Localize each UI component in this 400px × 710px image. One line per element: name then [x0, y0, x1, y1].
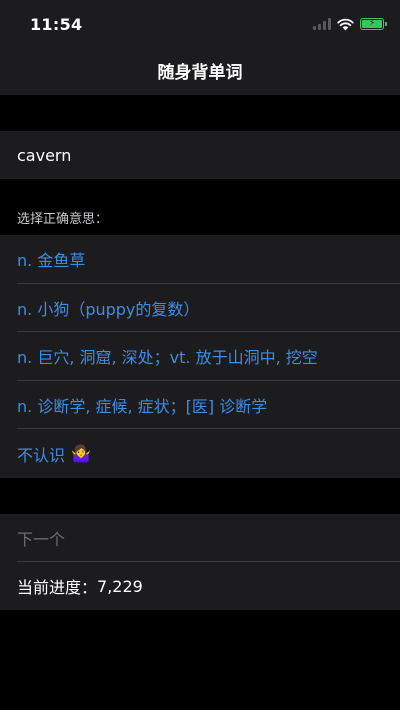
option-3[interactable]: n. 巨穴, 洞窟, 深处；vt. 放于山洞中, 挖空	[0, 332, 400, 381]
battery-charging-icon: ⚡	[360, 18, 387, 30]
status-time: 11:54	[30, 15, 83, 34]
option-2[interactable]: n. 小狗（puppy的复数）	[0, 283, 400, 333]
progress-row: 当前进度： 7,229	[0, 562, 400, 610]
progress-value: 7,229	[97, 576, 143, 596]
unknown-option[interactable]: 不认识 🤷‍♀️	[0, 429, 400, 478]
next-button[interactable]: 下一个	[0, 514, 400, 562]
option-4[interactable]: n. 诊断学, 症候, 症状；[医] 诊断学	[0, 380, 400, 430]
unknown-label: 不认识	[17, 445, 66, 465]
progress-label: 当前进度：	[17, 578, 98, 597]
shrug-emoji-icon: 🤷‍♀️	[71, 444, 91, 464]
nav-title: 随身背单词	[157, 63, 243, 83]
option-1[interactable]: n. 金鱼草	[0, 235, 400, 284]
word-display: cavern	[0, 131, 400, 179]
signal-icon	[313, 18, 331, 30]
wifi-icon	[337, 18, 354, 30]
status-icons: ⚡	[313, 16, 387, 32]
top-bar: 11:54 ⚡ 随身背单词	[0, 0, 400, 95]
section-label: 选择正确意思：	[17, 212, 109, 227]
screen: 11:54 ⚡ 随身背单词 cavern 选择正确意思： n. 金鱼草 n. 小…	[0, 0, 400, 710]
